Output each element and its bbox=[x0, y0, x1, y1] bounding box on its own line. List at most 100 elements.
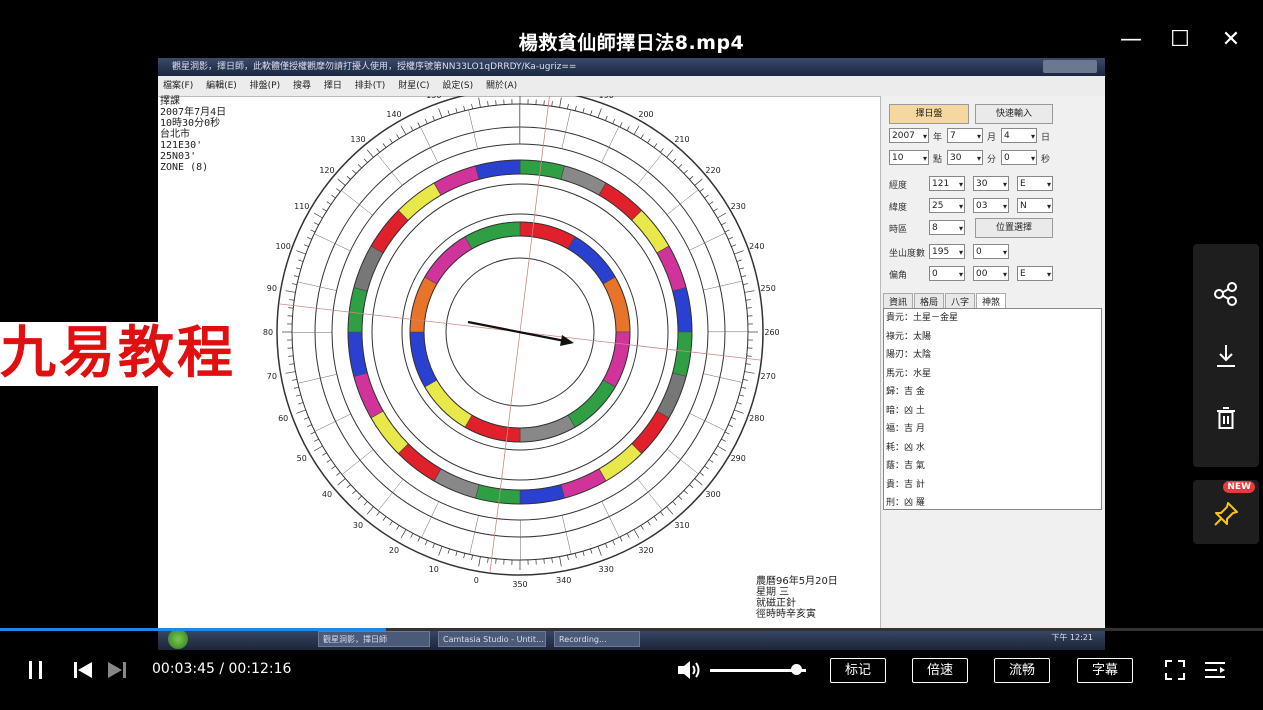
menu-item[interactable]: 編輯(E) bbox=[206, 81, 237, 91]
menu-item[interactable]: 排卦(T) bbox=[355, 81, 386, 91]
current-time: 00:03:45 bbox=[152, 661, 215, 677]
lon-deg-select[interactable]: 121 bbox=[929, 176, 965, 192]
menu-item[interactable]: 檔案(F) bbox=[163, 81, 193, 91]
degree-tick bbox=[307, 424, 312, 428]
lon-min-select[interactable]: 30 bbox=[973, 176, 1009, 192]
playlist-icon[interactable] bbox=[1203, 658, 1227, 686]
subtitle-button[interactable]: 字幕 bbox=[1077, 658, 1133, 683]
degree-tick bbox=[310, 431, 316, 435]
year-select[interactable]: 2007 bbox=[889, 128, 929, 144]
next-icon[interactable] bbox=[106, 659, 128, 685]
degree-tick bbox=[741, 275, 747, 278]
second-select[interactable]: 0 bbox=[1001, 150, 1037, 166]
chart-type-button[interactable]: 擇日盤 bbox=[889, 104, 969, 124]
degree-tick bbox=[288, 307, 294, 309]
menu-item[interactable]: 設定(S) bbox=[442, 81, 473, 91]
video-frame[interactable]: 觀星洞影，擇日師，此軟體僅授權觀摩勿請打擾人使用，授權序號第NN33LO1qDR… bbox=[158, 58, 1105, 628]
settings-panel: 擇日盤 快速輸入 2007 年 7 月 4 日 10 點 30 分 0 秒 經度… bbox=[880, 96, 1105, 628]
degree-tick bbox=[633, 529, 640, 539]
decl-c-select[interactable]: E bbox=[1017, 266, 1053, 282]
location-button[interactable]: 位置選擇 bbox=[975, 218, 1053, 238]
mount-b-select[interactable]: 0 bbox=[973, 244, 1009, 260]
outer-color-segment bbox=[631, 209, 670, 254]
lat-deg-select[interactable]: 25 bbox=[929, 198, 965, 214]
degree-tick bbox=[713, 208, 718, 212]
degree-tick bbox=[366, 149, 374, 158]
decl-a-select[interactable]: 0 bbox=[929, 266, 965, 282]
close-icon[interactable]: ✕ bbox=[1213, 22, 1249, 58]
menu-item[interactable]: 財星(C) bbox=[398, 81, 429, 91]
degree-tick bbox=[721, 222, 726, 226]
degree-tick bbox=[331, 465, 336, 470]
lat-min-select[interactable]: 03 bbox=[973, 198, 1009, 214]
degree-tick bbox=[559, 97, 562, 108]
degree-tick bbox=[396, 134, 400, 139]
degree-tick bbox=[417, 122, 421, 128]
degree-tick bbox=[337, 178, 346, 186]
degree-tick bbox=[708, 459, 714, 463]
mark-button[interactable]: 标记 bbox=[830, 658, 886, 683]
inner-color-segment bbox=[464, 414, 521, 443]
mansion-divider bbox=[468, 109, 478, 149]
degree-tick bbox=[382, 143, 387, 148]
degree-tick bbox=[739, 267, 745, 270]
info-line: ZONE (8) bbox=[160, 162, 209, 173]
quick-input-button[interactable]: 快速輸入 bbox=[975, 104, 1053, 124]
inner-color-segment bbox=[602, 331, 631, 388]
degree-tick bbox=[640, 525, 644, 530]
menu-item[interactable]: 擇日 bbox=[324, 81, 342, 91]
speed-button[interactable]: 倍速 bbox=[912, 658, 968, 683]
degree-tick bbox=[704, 465, 709, 470]
previous-icon[interactable] bbox=[72, 659, 94, 685]
degree-tick bbox=[289, 363, 295, 365]
side-toolbar bbox=[1193, 244, 1259, 467]
lat-dir-select[interactable]: N bbox=[1017, 198, 1053, 214]
degree-tick bbox=[313, 212, 323, 219]
degree-tick bbox=[410, 126, 414, 131]
degree-tick bbox=[653, 516, 658, 521]
menu-item[interactable]: 關於(A) bbox=[486, 81, 517, 91]
volume-icon[interactable] bbox=[676, 658, 702, 686]
degree-label: 330 bbox=[599, 565, 614, 574]
pin-button[interactable]: NEW bbox=[1193, 480, 1259, 544]
trash-icon[interactable] bbox=[1212, 404, 1240, 432]
pause-icon[interactable] bbox=[26, 659, 46, 685]
month-select[interactable]: 7 bbox=[947, 128, 983, 144]
volume-knob[interactable] bbox=[791, 664, 803, 675]
degree-label: 340 bbox=[556, 576, 571, 585]
degree-tick bbox=[746, 355, 752, 357]
fullscreen-icon[interactable] bbox=[1163, 658, 1187, 686]
timezone-select[interactable]: 8 bbox=[929, 220, 965, 236]
degree-tick bbox=[389, 138, 393, 144]
minimize-icon[interactable]: — bbox=[1113, 22, 1149, 58]
share-icon[interactable] bbox=[1212, 280, 1240, 308]
menu-item[interactable]: 排盤(P) bbox=[250, 81, 280, 91]
degree-tick bbox=[626, 533, 630, 538]
day-select[interactable]: 4 bbox=[1001, 128, 1037, 144]
degree-tick bbox=[704, 194, 709, 199]
maximize-icon[interactable]: ☐ bbox=[1162, 22, 1198, 58]
shensha-list[interactable]: 貴元：土星－金星 祿元：太陽 陽刃：太陰 馬元：水星 歸：吉 金 暗：凶 土 福… bbox=[883, 308, 1102, 510]
lunar-line: 農曆96年5月20日 bbox=[756, 576, 838, 587]
quality-button[interactable]: 流畅 bbox=[994, 658, 1050, 683]
download-icon[interactable] bbox=[1212, 342, 1240, 370]
minute-select[interactable]: 30 bbox=[947, 150, 983, 166]
lunar-info: 農曆96年5月20日 星期 三 就磁正針 徑時時辛亥寅 bbox=[756, 576, 838, 620]
progress-bar[interactable] bbox=[0, 628, 1263, 631]
degree-tick bbox=[424, 540, 428, 545]
degree-tick bbox=[487, 557, 489, 563]
outer-color-segment bbox=[672, 287, 693, 333]
degree-tick bbox=[295, 394, 301, 397]
degree-tick bbox=[597, 546, 602, 556]
degree-tick bbox=[288, 355, 294, 357]
list-item: 貴元：土星－金星 bbox=[886, 313, 959, 323]
lon-dir-select[interactable]: E bbox=[1017, 176, 1053, 192]
mount-a-select[interactable]: 195 bbox=[929, 244, 965, 260]
degree-tick bbox=[728, 424, 733, 428]
hour-select[interactable]: 10 bbox=[889, 150, 929, 166]
list-item: 祿元：太陽 bbox=[886, 331, 932, 342]
decl-b-select[interactable]: 00 bbox=[973, 266, 1009, 282]
menu-item[interactable]: 搜尋 bbox=[293, 81, 311, 91]
degree-label: 200 bbox=[638, 110, 653, 119]
degree-tick bbox=[739, 394, 745, 397]
